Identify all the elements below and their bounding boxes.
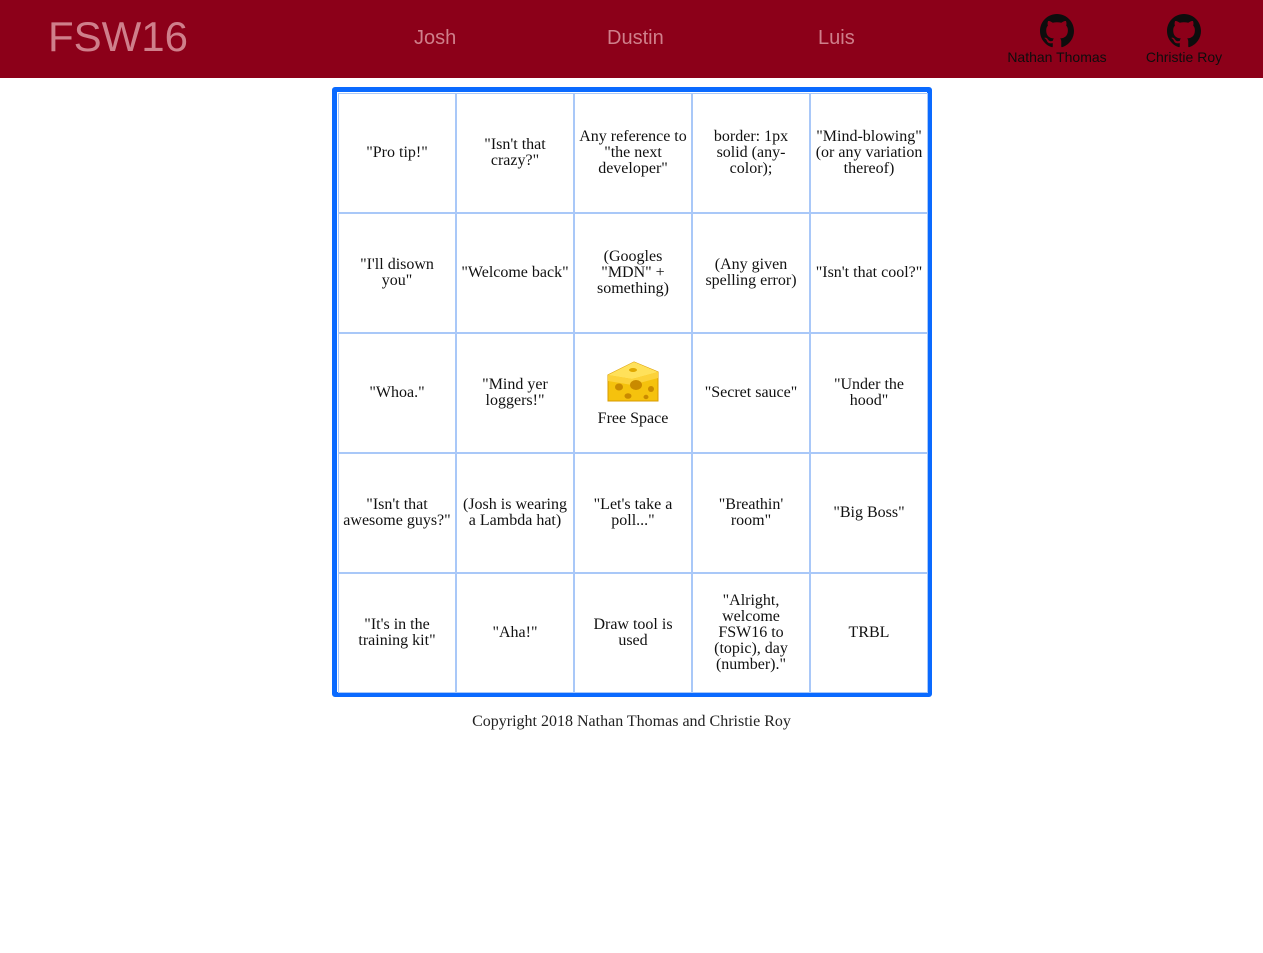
bingo-cell[interactable]: "I'll disown you" [338, 213, 456, 333]
bingo-cell-text: Any reference to "the next developer" [579, 128, 687, 177]
bingo-cell-text: border: 1px solid (any-color); [713, 128, 789, 177]
bingo-cell-text: "Pro tip!" [366, 144, 428, 161]
copyright-footer: Copyright 2018 Nathan Thomas and Christi… [472, 713, 791, 730]
bingo-cell[interactable]: TRBL [810, 573, 928, 693]
bingo-cell-text: "Alright, welcome FSW16 to (topic), day … [714, 592, 788, 673]
bingo-cell[interactable]: "Isn't that cool?" [810, 213, 928, 333]
bingo-cell[interactable]: "Pro tip!" [338, 93, 456, 213]
bingo-cell-text: "Secret sauce" [704, 384, 798, 401]
bingo-cell-text: "Aha!" [492, 624, 538, 641]
bingo-cell-text: TRBL [848, 624, 890, 641]
bingo-cell[interactable]: (Josh is wearing a Lambda hat) [456, 453, 574, 573]
bingo-cell[interactable]: "Big Boss" [810, 453, 928, 573]
bingo-cell[interactable]: "Mind yer loggers!" [456, 333, 574, 453]
bingo-cell[interactable]: Draw tool is used [574, 573, 692, 693]
bingo-cell-text: "Isn't that awesome guys?" [343, 496, 451, 529]
site-logo[interactable]: FSW16 [48, 13, 188, 61]
bingo-cell-text: (Any given spelling error) [705, 256, 797, 289]
bingo-cell-text: (Josh is wearing a Lambda hat) [463, 496, 567, 529]
bingo-cell-text: (Googles "MDN" + something) [597, 248, 669, 297]
bingo-cell[interactable]: "Whoa." [338, 333, 456, 453]
free-space-label: Free Space [597, 410, 669, 427]
bingo-cell-text: "Mind-blowing" (or any variation thereof… [815, 128, 923, 177]
nav-link-josh[interactable]: Josh [414, 26, 456, 50]
bingo-cell[interactable]: "Isn't that crazy?" [456, 93, 574, 213]
bingo-cell-text: "Isn't that crazy?" [484, 136, 546, 169]
github-link-label: Nathan Thomas [1007, 49, 1107, 65]
bingo-cell-text: "Welcome back" [461, 264, 569, 281]
bingo-grid: "Pro tip!" "Isn't that crazy?" Any refer… [338, 93, 928, 693]
bingo-cell[interactable]: "Welcome back" [456, 213, 574, 333]
bingo-cell[interactable]: border: 1px solid (any-color); [692, 93, 810, 213]
bingo-cell[interactable]: "Under the hood" [810, 333, 928, 453]
bingo-cell-text: "I'll disown you" [360, 256, 434, 289]
bingo-board: "Pro tip!" "Isn't that crazy?" Any refer… [332, 87, 932, 697]
bingo-cell-text: Draw tool is used [593, 616, 673, 649]
bingo-cell[interactable]: "Breathin' room" [692, 453, 810, 573]
free-space-cell[interactable]: Free Space [574, 333, 692, 453]
top-header: FSW16 Josh Dustin Luis Nathan Thomas Chr… [0, 0, 1263, 78]
bingo-cell-text: "Isn't that cool?" [815, 264, 923, 281]
github-icon [1167, 14, 1201, 48]
nav-link-dustin[interactable]: Dustin [607, 26, 664, 50]
bingo-cell[interactable]: "Alright, welcome FSW16 to (topic), day … [692, 573, 810, 693]
github-link-nathan-thomas[interactable]: Nathan Thomas [1006, 14, 1108, 65]
bingo-cell-text: "Big Boss" [833, 504, 905, 521]
cheese-icon [607, 361, 659, 402]
github-icon [1040, 14, 1074, 48]
nav-link-luis[interactable]: Luis [818, 26, 855, 50]
bingo-cell[interactable]: (Any given spelling error) [692, 213, 810, 333]
github-link-christie-roy[interactable]: Christie Roy [1143, 14, 1225, 65]
bingo-cell-text: "Let's take a poll..." [593, 496, 673, 529]
bingo-cell[interactable]: "Let's take a poll..." [574, 453, 692, 573]
bingo-cell-text: "Breathin' room" [718, 496, 784, 529]
github-link-label: Christie Roy [1145, 49, 1223, 65]
bingo-cell-text: "Whoa." [369, 384, 425, 401]
bingo-cell[interactable]: "Isn't that awesome guys?" [338, 453, 456, 573]
bingo-cell-text: "Under the hood" [833, 376, 905, 409]
bingo-cell[interactable]: "Secret sauce" [692, 333, 810, 453]
bingo-cell[interactable]: (Googles "MDN" + something) [574, 213, 692, 333]
bingo-cell[interactable]: "Mind-blowing" (or any variation thereof… [810, 93, 928, 213]
bingo-cell[interactable]: "It's in the training kit" [338, 573, 456, 693]
bingo-cell[interactable]: "Aha!" [456, 573, 574, 693]
bingo-cell-text: "It's in the training kit" [358, 616, 436, 649]
bingo-cell[interactable]: Any reference to "the next developer" [574, 93, 692, 213]
bingo-cell-text: "Mind yer loggers!" [482, 376, 548, 409]
